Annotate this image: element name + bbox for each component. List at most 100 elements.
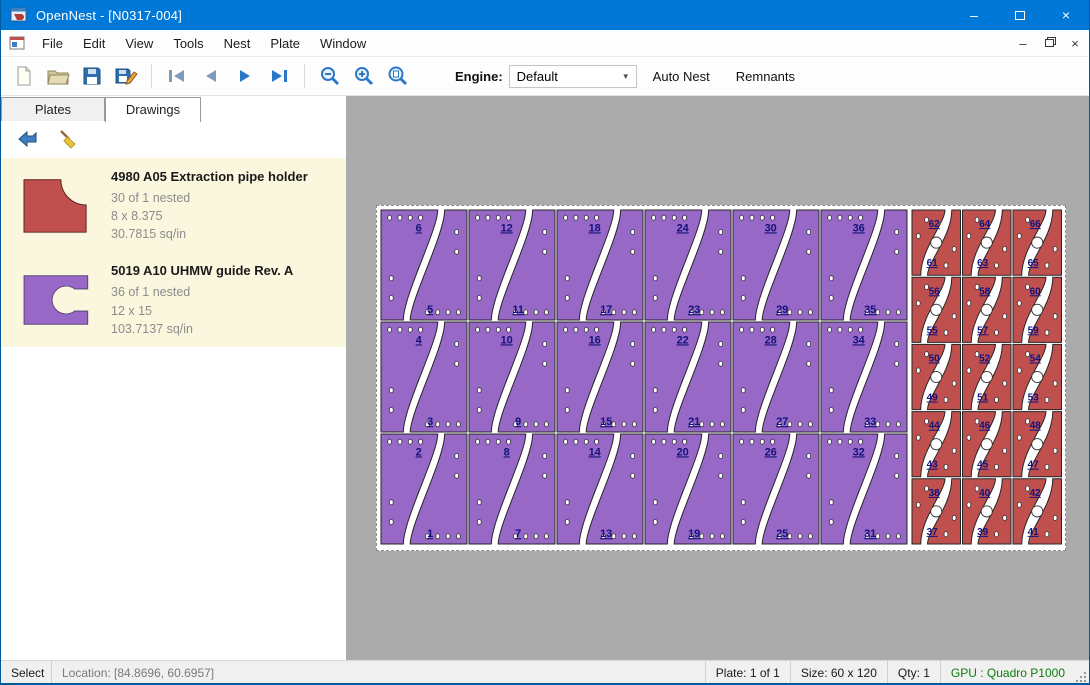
- nav-next-button[interactable]: [228, 60, 262, 92]
- nav-first-button[interactable]: [160, 60, 194, 92]
- menu-item-plate[interactable]: Plate: [260, 32, 310, 55]
- drill-hole-icon: [507, 215, 511, 220]
- drill-hole-icon: [750, 327, 754, 332]
- drill-hole-icon: [807, 361, 811, 366]
- menu-item-tools[interactable]: Tools: [163, 32, 213, 55]
- remnants-button[interactable]: Remnants: [726, 63, 805, 90]
- drill-hole-icon: [436, 534, 440, 539]
- menu-item-file[interactable]: File: [32, 32, 73, 55]
- drill-hole-icon: [631, 361, 635, 366]
- menu-item-view[interactable]: View: [115, 32, 163, 55]
- minimize-button[interactable]: –: [951, 0, 997, 30]
- nav-prev-button[interactable]: [194, 60, 228, 92]
- part-number-label: 38: [929, 488, 941, 499]
- part-number-label: 14: [589, 446, 602, 458]
- drill-hole-icon: [916, 301, 920, 306]
- resize-grip[interactable]: [1075, 661, 1089, 685]
- clear-drawings-button[interactable]: [55, 127, 81, 153]
- drill-hole-icon: [507, 439, 511, 444]
- drill-hole-icon: [838, 215, 842, 220]
- mdi-document-icon: [9, 36, 25, 50]
- part-number-label: 54: [1030, 354, 1042, 365]
- drill-hole-icon: [771, 215, 775, 220]
- drill-hole-icon: [719, 361, 723, 366]
- mdi-close-button[interactable]: ×: [1063, 32, 1087, 54]
- drill-hole-icon: [455, 453, 459, 458]
- engine-select[interactable]: Default ▼: [509, 65, 637, 88]
- tab-drawings[interactable]: Drawings: [105, 97, 201, 122]
- nav-last-button[interactable]: [262, 60, 296, 92]
- drawing-list-item[interactable]: 4980 A05 Extraction pipe holder 30 of 1 …: [1, 158, 346, 252]
- menu-item-nest[interactable]: Nest: [214, 32, 261, 55]
- status-mode: Select: [1, 661, 51, 685]
- part-number-label: 58: [979, 286, 991, 297]
- mdi-restore-button[interactable]: [1037, 32, 1061, 54]
- drill-hole-icon: [1053, 515, 1057, 520]
- part-number-label: 42: [1030, 488, 1042, 499]
- center-hole-icon: [1032, 371, 1043, 382]
- drill-hole-icon: [1053, 247, 1057, 252]
- drill-hole-icon: [967, 435, 971, 440]
- close-button[interactable]: ×: [1043, 0, 1089, 30]
- drill-hole-icon: [477, 295, 481, 300]
- drill-hole-icon: [631, 229, 635, 234]
- part-number-label: 6: [416, 222, 422, 234]
- drill-hole-icon: [534, 534, 538, 539]
- save-as-button[interactable]: [109, 60, 143, 92]
- maximize-button[interactable]: [997, 0, 1043, 30]
- center-hole-icon: [981, 237, 992, 248]
- menu-item-window[interactable]: Window: [310, 32, 376, 55]
- drill-hole-icon: [622, 534, 626, 539]
- drill-hole-icon: [944, 464, 948, 469]
- drill-hole-icon: [1017, 368, 1021, 373]
- part-number-label: 3: [427, 416, 433, 428]
- auto-nest-button[interactable]: Auto Nest: [643, 63, 720, 90]
- drill-hole-icon: [916, 368, 920, 373]
- drill-hole-icon: [741, 500, 745, 505]
- part-number-label: 16: [589, 334, 601, 346]
- drill-hole-icon: [967, 233, 971, 238]
- load-drawing-button[interactable]: [15, 127, 41, 153]
- drill-hole-icon: [543, 361, 547, 366]
- part-number-label: 59: [1028, 325, 1040, 336]
- tab-plates[interactable]: Plates: [1, 97, 105, 121]
- drill-hole-icon: [788, 534, 792, 539]
- zoom-out-button[interactable]: [313, 60, 347, 92]
- nest-canvas[interactable]: 6512111817242330293635431091615222128273…: [346, 96, 1090, 660]
- drill-hole-icon: [995, 330, 999, 335]
- drill-hole-icon: [436, 422, 440, 427]
- drill-hole-icon: [916, 502, 920, 507]
- drill-hole-icon: [771, 439, 775, 444]
- mdi-minimize-button[interactable]: –: [1011, 32, 1035, 54]
- drill-hole-icon: [719, 473, 723, 478]
- menu-item-edit[interactable]: Edit: [73, 32, 115, 55]
- save-button[interactable]: [75, 60, 109, 92]
- status-location: Location: [84.8696, 60.6957]: [51, 661, 224, 685]
- zoom-fit-button[interactable]: [381, 60, 415, 92]
- drill-hole-icon: [455, 341, 459, 346]
- new-file-button[interactable]: [7, 60, 41, 92]
- part-number-label: 25: [776, 528, 788, 540]
- drill-hole-icon: [896, 534, 900, 539]
- open-file-button[interactable]: [41, 60, 75, 92]
- part-number-label: 51: [977, 393, 989, 404]
- center-hole-icon: [1032, 439, 1043, 450]
- menu-bar: File Edit View Tools Nest Plate Window –…: [1, 30, 1089, 57]
- drill-hole-icon: [859, 327, 863, 332]
- nest-plate[interactable]: 6512111817242330293635431091615222128273…: [376, 205, 1066, 551]
- toolbar: Engine: Default ▼ Auto Nest Remnants: [1, 57, 1089, 96]
- zoom-in-button[interactable]: [347, 60, 381, 92]
- center-hole-icon: [981, 439, 992, 450]
- drill-hole-icon: [944, 263, 948, 268]
- drill-hole-icon: [798, 534, 802, 539]
- drill-hole-icon: [895, 229, 899, 234]
- drill-hole-icon: [544, 310, 548, 315]
- drill-hole-icon: [886, 310, 890, 315]
- drill-hole-icon: [1017, 435, 1021, 440]
- part-number-label: 48: [1030, 421, 1042, 432]
- part-number-label: 10: [501, 334, 513, 346]
- part-number-label: 4: [416, 334, 423, 346]
- drawing-list-item[interactable]: 5019 A10 UHMW guide Rev. A 36 of 1 neste…: [1, 252, 346, 346]
- drill-hole-icon: [710, 534, 714, 539]
- drill-hole-icon: [829, 500, 833, 505]
